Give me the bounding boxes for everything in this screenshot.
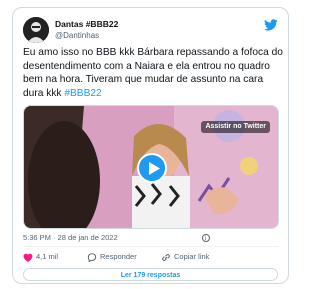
copy-link-action[interactable]: Copiar link — [161, 251, 209, 263]
timestamp-text[interactable]: 5:36 PM · 28 de jan de 2022 — [23, 233, 118, 242]
avatar[interactable] — [23, 17, 49, 43]
reply-action[interactable]: Responder — [87, 251, 137, 263]
divider — [23, 246, 278, 247]
tweet-timestamp[interactable]: 5:36 PM · 28 de jan de 2022 i — [23, 233, 210, 243]
info-icon[interactable]: i — [201, 234, 210, 243]
like-count: 4,1 mil — [36, 252, 59, 261]
like-action[interactable]: 4,1 mil — [23, 251, 58, 263]
handle[interactable]: @Dantinhas — [55, 30, 118, 41]
read-replies-button[interactable]: Ler 179 respostas — [23, 268, 278, 281]
display-name[interactable]: Dantas #BBB22 — [55, 19, 118, 30]
copy-link-label: Copiar link — [174, 252, 210, 261]
twitter-bird-icon[interactable] — [264, 19, 278, 31]
reply-label: Responder — [100, 252, 137, 261]
avatar-image — [23, 17, 49, 43]
link-icon — [162, 253, 170, 261]
tweet-embed-card[interactable]: Dantas #BBB22 @Dantinhas Eu amo isso no … — [12, 7, 289, 284]
hashtag-link[interactable]: #BBB22 — [64, 88, 101, 99]
watch-on-twitter-badge[interactable]: Assistir no Twitter — [201, 121, 270, 133]
tweet-header: Dantas #BBB22 @Dantinhas — [23, 17, 278, 47]
author-names[interactable]: Dantas #BBB22 @Dantinhas — [55, 19, 118, 41]
heart-icon — [23, 253, 33, 262]
tweet-text: Eu amo isso no BBB kkk Bárbara repassand… — [23, 46, 283, 100]
tweet-body: Eu amo isso no BBB kkk Bárbara repassand… — [23, 47, 283, 99]
play-icon — [149, 162, 160, 175]
play-button[interactable] — [137, 153, 167, 183]
reply-icon — [87, 252, 97, 262]
video-player[interactable]: Assistir no Twitter — [23, 105, 279, 229]
